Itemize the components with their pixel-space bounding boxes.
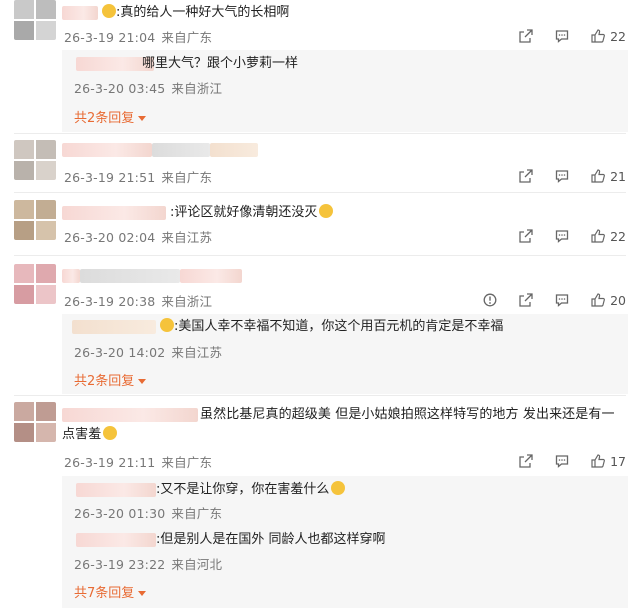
comment-text: :真的给人一种好大气的长相啊 [100,3,289,23]
comment-icon[interactable] [555,29,569,43]
like-icon[interactable] [591,293,606,307]
divider [14,133,626,134]
emoji-icon [331,481,346,495]
emoji-icon [102,4,116,18]
more-replies-link[interactable]: 共2条回复 [74,370,147,389]
like-icon[interactable] [591,29,606,43]
avatar[interactable] [14,264,56,304]
share-icon[interactable] [519,229,533,243]
timestamp: 26-3-20 14:02 [74,345,166,360]
like-icon[interactable] [591,229,606,243]
timestamp: 26-3-19 21:11 [64,455,156,470]
username-blurred[interactable] [72,320,156,334]
reply-box: :又不是让你穿，你在害羞什么 26-3-20 01:30 来自广东 :但是别人是在… [62,476,628,608]
timestamp: 26-3-19 21:04 [64,30,156,45]
username-blurred [180,269,242,283]
comment-text: 虽然比基尼真的超级美 但是小姑娘拍照这样特写的地方 发出来还是有一点害羞 [62,407,615,442]
comment-actions: 21 [497,167,626,185]
reply-meta: 26-3-19 23:22 来自河北 [74,554,222,573]
username-blurred [80,269,180,283]
comment-actions: 20 [461,291,626,309]
share-icon[interactable] [519,169,533,183]
like-icon[interactable] [591,454,606,468]
like-count: 22 [610,228,626,244]
comment-icon[interactable] [555,229,569,243]
like-count: 20 [610,292,626,308]
comment-meta: 26-3-19 21:11 来自广东 [64,452,212,471]
timestamp: 26-3-19 23:22 [74,557,166,572]
username-blurred [210,143,258,157]
avatar[interactable] [14,140,56,180]
location: 来自江苏 [161,230,213,245]
comment-meta: 26-3-19 21:51 来自广东 [64,167,212,186]
comment-text: :评论区就好像清朝还没灭 [170,203,334,223]
comment-icon[interactable] [555,454,569,468]
emoji-icon [319,204,334,218]
like-count: 22 [610,28,626,44]
reply-box: :美国人幸不幸福不知道，你这个用百元机的肯定是不幸福 26-3-20 14:02… [62,314,628,394]
chevron-down-icon [138,116,147,121]
comment-actions: 17 [497,452,626,470]
share-icon[interactable] [519,293,533,307]
divider [14,255,626,256]
chevron-down-icon [138,379,147,384]
comment-meta: 26-3-19 21:04 来自广东 [64,27,212,46]
avatar[interactable] [14,402,56,442]
location: 来自广东 [171,506,223,521]
reply-box: 哪里大气？跟个小萝莉一样 26-3-20 03:45 来自浙江 共2条回复 [62,50,628,132]
reply-meta: 26-3-20 14:02 来自江苏 [74,342,222,361]
timestamp: 26-3-20 02:04 [64,230,156,245]
comment-icon[interactable] [555,293,569,307]
divider [14,192,626,193]
username-blurred[interactable] [76,483,156,497]
more-replies-link[interactable]: 共7条回复 [74,582,147,601]
like-icon[interactable] [591,169,606,183]
avatar[interactable] [14,200,56,240]
comment-meta: 26-3-20 02:04 来自江苏 [64,227,212,246]
reply-text: :美国人幸不幸福不知道，你这个用百元机的肯定是不幸福 [158,317,503,337]
divider [14,395,626,396]
share-icon[interactable] [519,454,533,468]
username-blurred[interactable] [62,143,152,157]
reply-text: :又不是让你穿，你在害羞什么 [156,480,346,500]
location: 来自广东 [161,455,213,470]
comment-icon[interactable] [555,169,569,183]
reply-meta: 26-3-20 03:45 来自浙江 [74,78,222,97]
username-blurred[interactable] [62,269,80,283]
share-icon[interactable] [519,29,533,43]
timestamp: 26-3-19 20:38 [64,294,156,309]
location: 来自浙江 [161,294,213,309]
location: 来自广东 [161,170,213,185]
location: 来自广东 [161,30,213,45]
reply-meta: 26-3-20 01:30 来自广东 [74,503,222,522]
location: 来自浙江 [171,81,223,96]
timestamp: 26-3-20 01:30 [74,506,166,521]
location: 来自江苏 [171,345,223,360]
comment-actions: 22 [497,227,626,245]
emoji-icon [103,426,118,440]
location: 来自河北 [171,557,223,572]
like-count: 17 [610,453,626,469]
more-replies-link[interactable]: 共2条回复 [74,107,147,126]
like-count: 21 [610,168,626,184]
reply-text: :但是别人是在国外 同龄人也都这样穿啊 [156,532,386,547]
username-blurred[interactable] [76,533,156,547]
username-blurred[interactable] [62,6,98,20]
username-blurred[interactable] [62,206,166,220]
emoji-icon [160,318,174,332]
timestamp: 26-3-19 21:51 [64,170,156,185]
username-blurred [152,143,210,157]
avatar[interactable] [14,0,56,40]
timestamp: 26-3-20 03:45 [74,81,166,96]
reply-text: 哪里大气？跟个小萝莉一样 [142,56,299,71]
comment-meta: 26-3-19 20:38 来自浙江 [64,291,212,310]
comment-actions: 22 [497,27,626,45]
chevron-down-icon [138,591,147,596]
report-icon[interactable] [483,293,497,307]
